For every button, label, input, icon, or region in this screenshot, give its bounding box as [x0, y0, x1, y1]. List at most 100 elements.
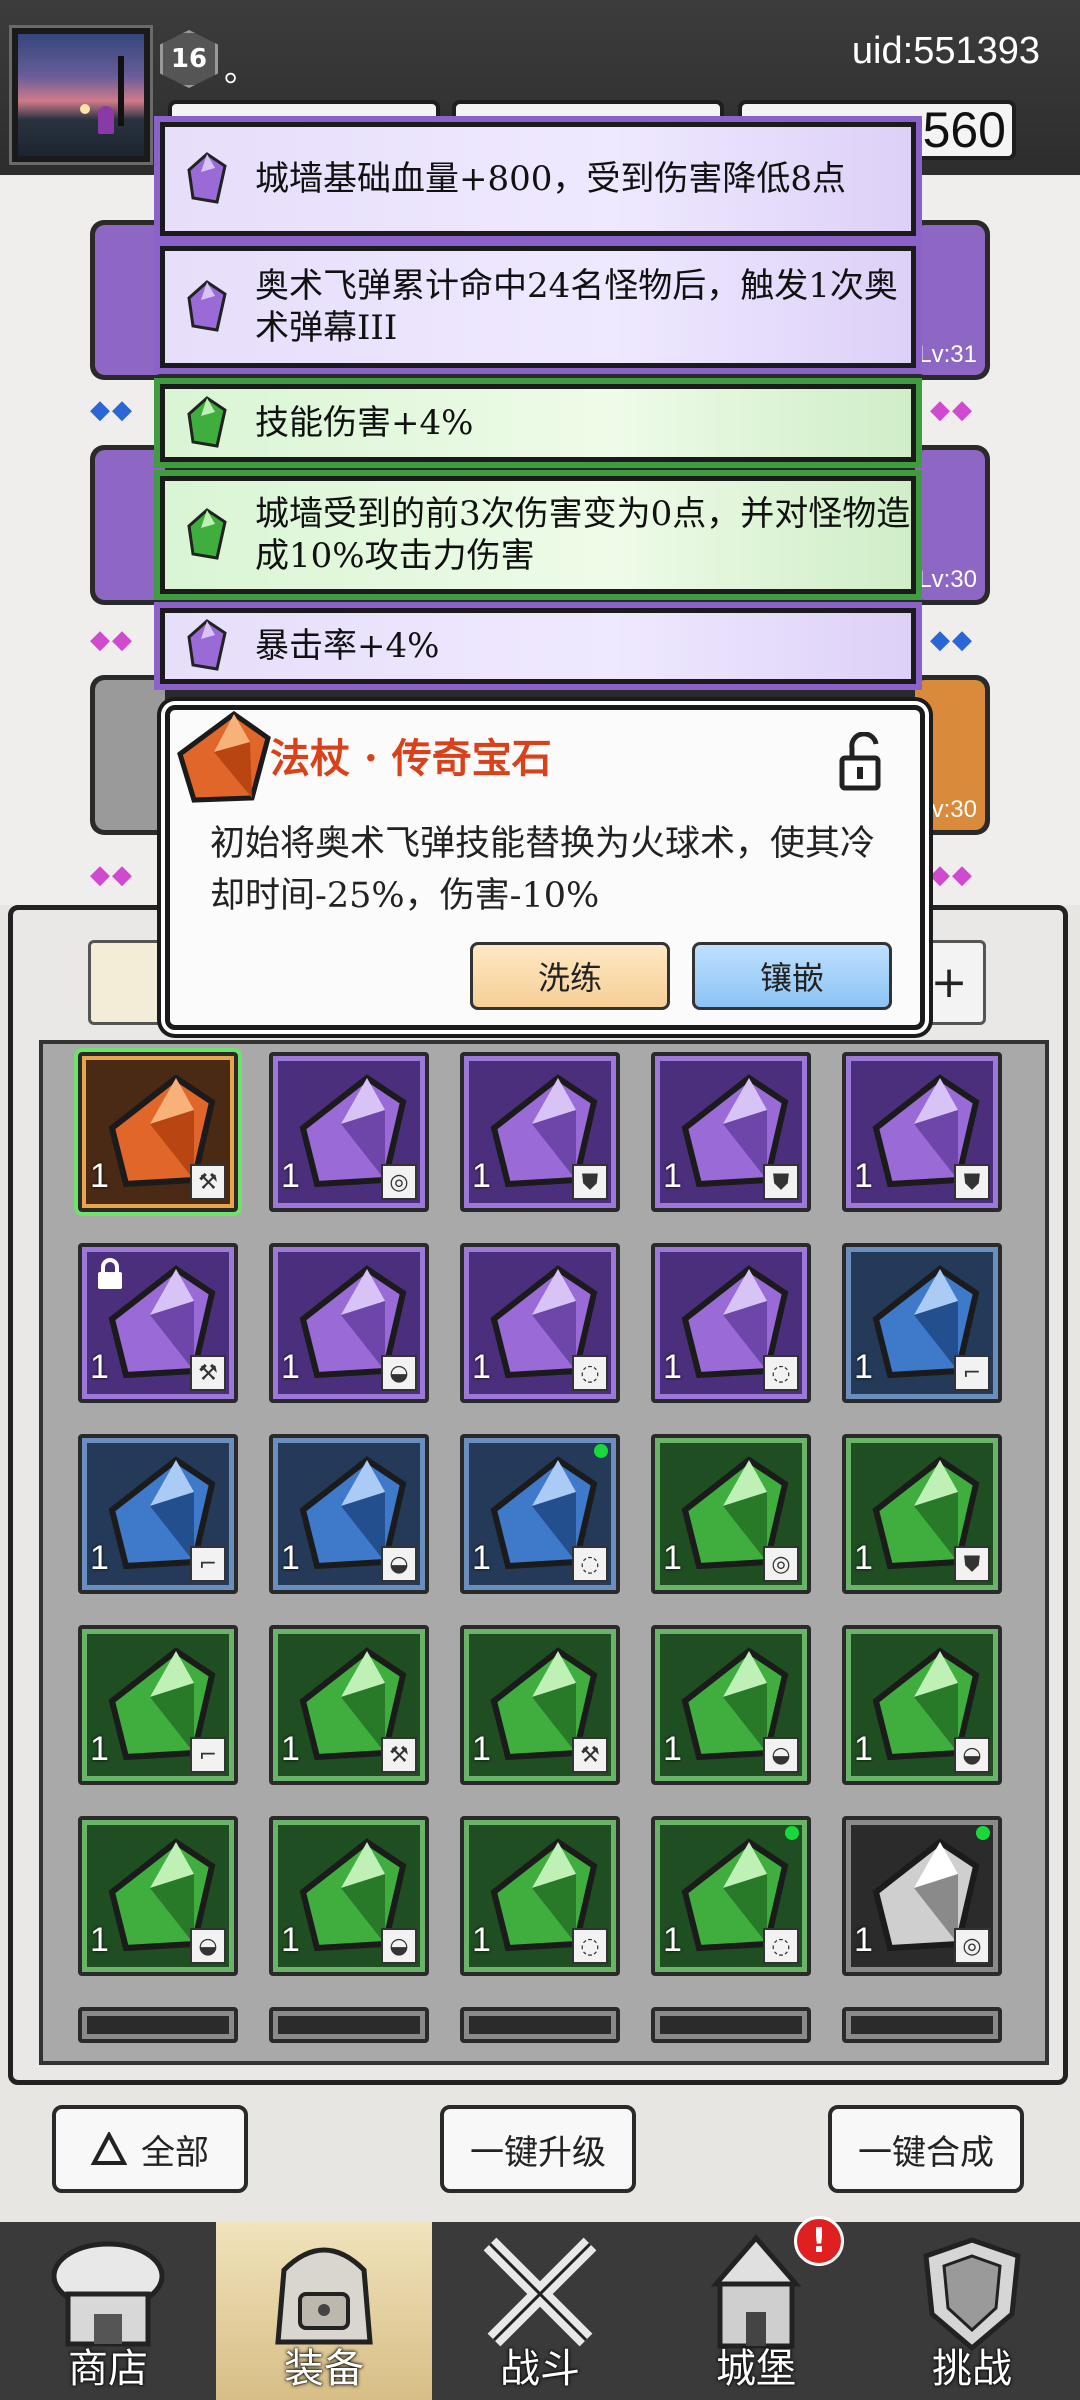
refine-button[interactable]: 洗练 — [470, 942, 670, 1010]
lock-icon — [98, 1258, 122, 1289]
player-level-badge: 16 — [160, 30, 218, 88]
nav-shop[interactable]: 商店 — [0, 2222, 216, 2400]
item-count: 1 — [281, 1921, 300, 1959]
nav-label: 装备 — [284, 2346, 364, 2392]
equipment-slot-right[interactable]: Lv:31 — [915, 225, 985, 375]
nav-battle[interactable]: 战斗 — [432, 2222, 648, 2400]
gold-amount: 560 — [922, 102, 1006, 158]
necklace-type-icon: ◌ — [572, 1928, 608, 1964]
necklace-type-icon: ◌ — [763, 1355, 799, 1391]
inventory-slot-purple-gem[interactable]: 1 ◒ — [269, 1243, 429, 1403]
inventory-slot-purple-gem[interactable]: 1 ⛊ — [842, 1052, 1002, 1212]
inventory-slot-partial[interactable] — [78, 2007, 238, 2043]
armor-type-icon: ⛊ — [954, 1546, 990, 1582]
inventory-slot-purple-gem[interactable]: 1 ◎ — [269, 1052, 429, 1212]
inventory-slot-partial[interactable] — [269, 2007, 429, 2043]
necklace-type-icon: ◌ — [763, 1928, 799, 1964]
item-count: 1 — [90, 1730, 109, 1768]
merge-all-button[interactable]: 一键合成 — [828, 2105, 1024, 2193]
filter-all-button[interactable]: 全部 — [52, 2105, 248, 2193]
nav-castle[interactable]: ! 城堡 — [648, 2216, 864, 2400]
inventory-slot-blue-gem[interactable]: 1 ⌐ — [78, 1434, 238, 1594]
inventory-slot-partial[interactable] — [842, 2007, 1002, 2043]
nav-label: 城堡 — [716, 2346, 796, 2392]
affix-text: 城墙基础血量+800，受到伤害降低8点 — [255, 159, 847, 199]
nav-challenge[interactable]: 挑战 — [864, 2222, 1080, 2400]
item-count: 1 — [663, 1921, 682, 1959]
equipment-slot-left[interactable] — [95, 225, 165, 375]
inventory-slot-blue-gem[interactable]: 1 ◌ — [460, 1434, 620, 1594]
hat-type-icon: ◒ — [381, 1928, 417, 1964]
equipment-slot-right[interactable]: Lv:30 — [915, 450, 985, 600]
socket-diamonds: ◆◆ — [930, 625, 974, 655]
equipment-level: Lv:31 — [918, 341, 977, 368]
boots-type-icon: ⌐ — [954, 1355, 990, 1391]
bottom-nav: 商店 装备 战斗 ! 城堡 挑战 — [0, 2216, 1080, 2400]
inventory-filter-tab[interactable] — [88, 940, 168, 1025]
inventory-slot-legendary-gem[interactable]: 1 ⚒ — [74, 1048, 242, 1216]
inventory-slot-green-gem[interactable]: 1 ◎ — [651, 1434, 811, 1594]
affix-row: 技能伤害+4% — [160, 384, 916, 462]
inventory-slot-white-gem[interactable]: 1 ◎ — [842, 1816, 1002, 1976]
inventory-slot-green-gem[interactable]: 1 ⛊ — [842, 1434, 1002, 1594]
boots-type-icon: ⌐ — [190, 1737, 226, 1773]
item-count: 1 — [281, 1730, 300, 1768]
inventory-slot-green-gem[interactable]: 1 ◒ — [651, 1625, 811, 1785]
affix-text: 暴击率+4% — [255, 626, 440, 666]
player-name: 。 — [224, 50, 258, 90]
item-count: 1 — [854, 1921, 873, 1959]
inventory-slot-green-gem[interactable]: 1 ◌ — [460, 1816, 620, 1976]
inventory-slot-partial[interactable] — [460, 2007, 620, 2043]
armor-type-icon: ⛊ — [763, 1164, 799, 1200]
item-count: 1 — [90, 1921, 109, 1959]
inventory-slot-green-gem[interactable]: 1 ◒ — [269, 1816, 429, 1976]
affix-row: 奥术飞弹累计命中24名怪物后，触发1次奥术弹幕III — [160, 246, 916, 368]
inventory-slot-purple-gem[interactable]: 1 ⚒ — [78, 1243, 238, 1403]
inventory-slot-blue-gem[interactable]: 1 ⌐ — [842, 1243, 1002, 1403]
ring-type-icon: ◎ — [954, 1928, 990, 1964]
inventory-slot-green-gem[interactable]: 1 ⚒ — [269, 1625, 429, 1785]
necklace-type-icon: ◌ — [572, 1546, 608, 1582]
inventory-slot-partial[interactable] — [651, 2007, 811, 2043]
equipment-slot-right[interactable]: Lv:30 — [915, 680, 985, 830]
inventory-slot-green-gem[interactable]: 1 ◒ — [78, 1816, 238, 1976]
armor-type-icon: ⛊ — [572, 1164, 608, 1200]
inventory-slot-blue-gem[interactable]: 1 ◒ — [269, 1434, 429, 1594]
inventory-slot-purple-gem[interactable]: 1 ◌ — [460, 1243, 620, 1403]
item-count: 1 — [90, 1348, 109, 1386]
inventory-slot-purple-gem[interactable]: 1 ⛊ — [460, 1052, 620, 1212]
popup-description: 初始将奥术飞弹技能替换为火球术，使其冷却时间-25%，伤害-10% — [210, 824, 876, 916]
staff-type-icon: ⚒ — [190, 1164, 226, 1200]
equipment-slot-left[interactable] — [95, 680, 165, 830]
nav-label: 战斗 — [500, 2346, 580, 2392]
inventory-slot-green-gem[interactable]: 1 ⌐ — [78, 1625, 238, 1785]
socket-diamonds: ◆◆ — [90, 860, 134, 890]
upgrade-all-button[interactable]: 一键升级 — [440, 2105, 636, 2193]
green-gem-icon — [187, 508, 227, 560]
popup-title: 法杖 · 传奇宝石 — [270, 735, 552, 782]
hat-type-icon: ◒ — [190, 1928, 226, 1964]
armor-type-icon: ⛊ — [954, 1164, 990, 1200]
player-avatar[interactable] — [9, 25, 153, 165]
item-count: 1 — [472, 1730, 491, 1768]
socket-diamonds: ◆◆ — [90, 625, 134, 655]
player-uid: uid:551393 — [851, 30, 1040, 72]
affix-text: 奥术飞弹累计命中24名怪物后，触发1次奥术弹幕III — [255, 266, 898, 348]
item-count: 1 — [663, 1157, 682, 1195]
inventory-slot-purple-gem[interactable]: 1 ⛊ — [651, 1052, 811, 1212]
unlock-icon[interactable] — [838, 732, 890, 792]
inventory-slot-green-gem[interactable]: 1 ◌ — [651, 1816, 811, 1976]
socket-diamonds: ◆◆ — [930, 860, 974, 890]
inlay-button[interactable]: 镶嵌 — [692, 942, 892, 1010]
nav-equipment[interactable]: 装备 — [216, 2222, 432, 2400]
gem-detail-popup: 法杖 · 传奇宝石 初始将奥术飞弹技能替换为火球术，使其冷却时间-25%，伤害-… — [165, 705, 925, 1030]
triangle-filter-icon — [91, 2132, 127, 2165]
nav-label: 商店 — [68, 2346, 148, 2392]
affix-text: 技能伤害+4% — [255, 403, 474, 443]
equipment-slot-left[interactable] — [95, 450, 165, 600]
equipment-level: Lv:30 — [918, 796, 977, 823]
item-count: 1 — [90, 1539, 109, 1577]
inventory-slot-purple-gem[interactable]: 1 ◌ — [651, 1243, 811, 1403]
inventory-slot-green-gem[interactable]: 1 ⚒ — [460, 1625, 620, 1785]
inventory-slot-green-gem[interactable]: 1 ◒ — [842, 1625, 1002, 1785]
